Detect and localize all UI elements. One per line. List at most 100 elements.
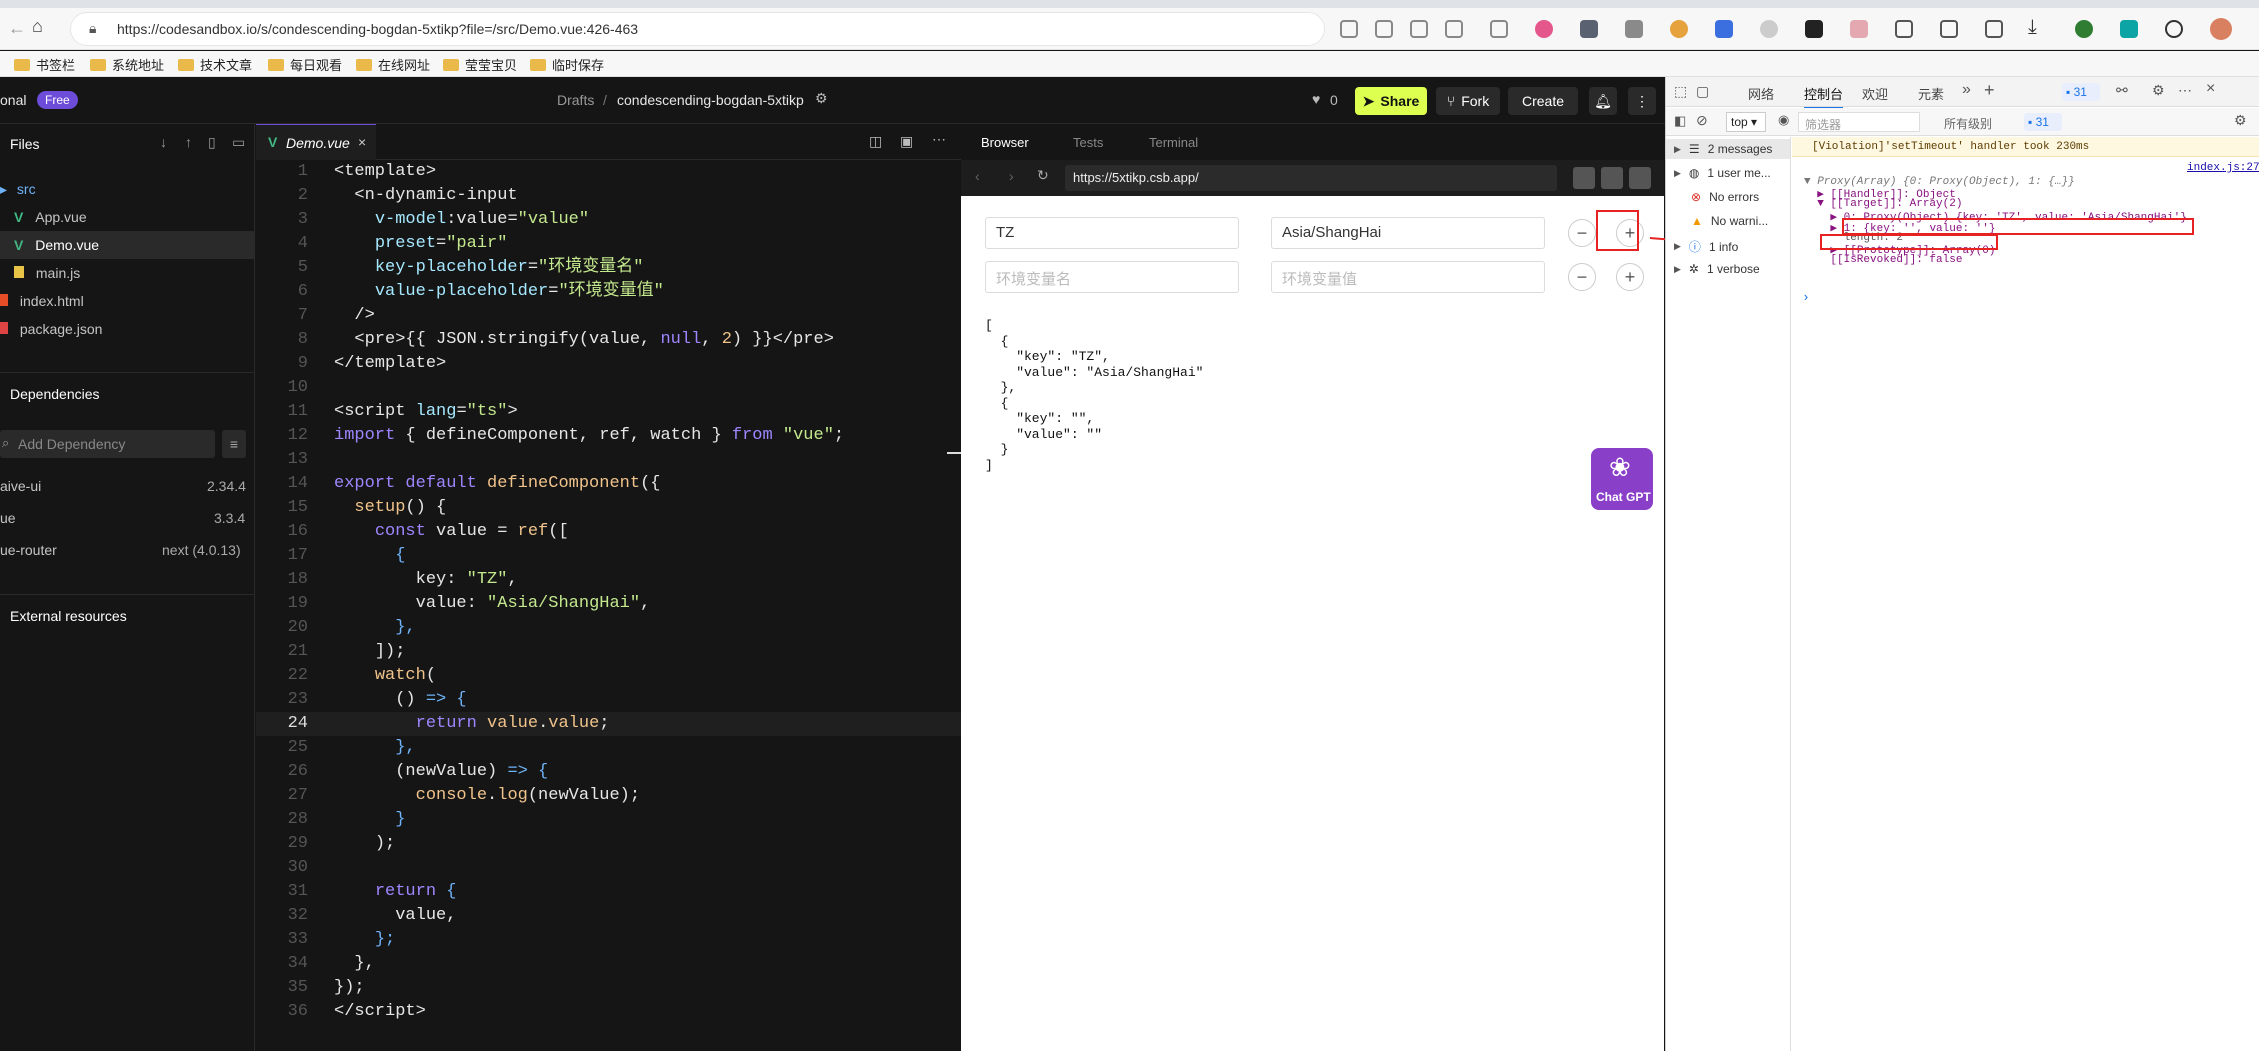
code-area[interactable]: 1 <template> 2 <n-dynamic-input 3 v-model:v… xyxy=(256,160,961,1051)
chatgpt-widget[interactable]: ❀ Chat GPT xyxy=(1591,448,1653,510)
extension-icon[interactable] xyxy=(1760,20,1778,38)
refresh-icon[interactable]: ↻ xyxy=(1037,167,1049,184)
home-icon[interactable]: ⌂ xyxy=(32,16,43,37)
code-line[interactable]: 25 }, xyxy=(256,736,961,760)
close-icon[interactable]: × xyxy=(2206,80,2215,98)
settings-icon[interactable]: ⚙ xyxy=(815,90,828,107)
more-button[interactable]: ⋮ xyxy=(1628,87,1656,115)
extension-icon[interactable] xyxy=(1490,20,1508,38)
more-tabs-icon[interactable]: » xyxy=(1962,81,1971,99)
external-resources-title[interactable]: External resources xyxy=(10,608,127,624)
extension-icon[interactable] xyxy=(1445,20,1463,38)
code-line[interactable]: 30 xyxy=(256,856,961,880)
extension-icon[interactable] xyxy=(2165,20,2183,38)
extension-icon[interactable] xyxy=(1375,20,1393,38)
tab-console[interactable]: 控制台 xyxy=(1804,84,1844,109)
code-line[interactable]: 14 export default defineComponent({ xyxy=(256,472,961,496)
sandbox-name[interactable]: condescending-bogdan-5xtikp xyxy=(617,92,804,108)
extension-icon[interactable] xyxy=(1805,20,1823,38)
tab-browser[interactable]: Browser xyxy=(981,135,1029,150)
more-icon[interactable]: ⋯ xyxy=(2178,82,2192,99)
url-field[interactable]: 🔒︎ https://codesandbox.io/s/condescendin… xyxy=(70,12,1325,46)
tab-terminal[interactable]: Terminal xyxy=(1149,135,1198,150)
preview-url-input[interactable]: https://5xtikp.csb.app/ xyxy=(1065,165,1557,191)
file-tree-item[interactable]: index.html xyxy=(0,293,84,309)
code-line[interactable]: 6 value-placeholder="环境变量值" xyxy=(256,280,961,304)
extension-icon[interactable] xyxy=(1715,20,1733,38)
file-tree-item[interactable]: main.js xyxy=(14,265,80,281)
console-filter-info[interactable]: ▶ ⓘ 1 info xyxy=(1674,238,1738,255)
extension-icon[interactable] xyxy=(1535,20,1553,38)
bookmark-item[interactable]: 莹莹宝贝 xyxy=(443,55,517,74)
avatar[interactable] xyxy=(2210,18,2232,40)
code-line[interactable]: 8 <pre>{{ JSON.stringify(value, null, 2)… xyxy=(256,328,961,352)
log-line[interactable]: [[IsRevoked]]: false xyxy=(1804,254,1962,266)
inspect-icon[interactable]: ⬚ xyxy=(1674,83,1687,100)
gear-icon[interactable]: ⚙ xyxy=(2152,82,2165,99)
console-prompt[interactable]: › xyxy=(1802,290,1810,305)
devtools-icon[interactable] xyxy=(1573,167,1595,189)
code-line[interactable]: 21 ]); xyxy=(256,640,961,664)
code-line[interactable]: 35}); xyxy=(256,976,961,1000)
dependency-name[interactable]: aive-ui xyxy=(0,478,41,494)
code-line[interactable]: 24 return value.value; xyxy=(256,712,961,736)
collections-icon[interactable] xyxy=(1985,20,2003,38)
close-icon[interactable]: × xyxy=(358,134,366,150)
code-line[interactable]: 36 </script> xyxy=(256,1000,961,1024)
code-line[interactable]: 32 value, xyxy=(256,904,961,928)
code-line[interactable]: 13 xyxy=(256,448,961,472)
code-line[interactable]: 17 { xyxy=(256,544,961,568)
code-line[interactable]: 26 (newValue) => { xyxy=(256,760,961,784)
levels-select[interactable]: 所有级别 xyxy=(1944,115,1992,132)
dependencies-title[interactable]: Dependencies xyxy=(10,386,100,402)
dependency-name[interactable]: ue-router xyxy=(0,542,57,558)
tab-network[interactable]: 网络 xyxy=(1748,84,1774,103)
share-button[interactable]: ➤ Share xyxy=(1355,87,1427,115)
code-line[interactable]: 7 /> xyxy=(256,304,961,328)
tab-welcome[interactable]: 欢迎 xyxy=(1862,84,1888,103)
extension-icon[interactable] xyxy=(2120,20,2138,38)
code-line[interactable]: 33 }; xyxy=(256,928,961,952)
back-icon[interactable]: ‹ xyxy=(975,168,980,184)
eye-icon[interactable]: ◉ xyxy=(1778,112,1789,128)
issues-badge[interactable]: ▪ 31 xyxy=(2062,83,2100,101)
extension-icon[interactable] xyxy=(1670,20,1688,38)
code-line[interactable]: 9 </template> xyxy=(256,352,961,376)
file-icon[interactable]: ▯ xyxy=(208,134,216,151)
forward-icon[interactable]: › xyxy=(1009,168,1014,184)
code-line[interactable]: 4 preset="pair" xyxy=(256,232,961,256)
bookmark-item[interactable]: 在线网址 xyxy=(356,55,430,74)
filter-input[interactable]: 筛选器 xyxy=(1798,112,1920,132)
file-tree-item[interactable]: V App.vue xyxy=(14,209,87,225)
extension-icon[interactable] xyxy=(1410,20,1428,38)
editor-tab-active[interactable]: V Demo.vue × xyxy=(256,124,376,160)
heart-icon[interactable]: ♥ xyxy=(1312,91,1320,107)
code-line[interactable]: 29 ); xyxy=(256,832,961,856)
extension-icon[interactable] xyxy=(1625,20,1643,38)
device-icon[interactable]: ▢ xyxy=(1696,83,1709,100)
layout-icon[interactable] xyxy=(1629,167,1651,189)
back-icon[interactable]: ← xyxy=(8,18,26,39)
context-select[interactable]: top ▾ xyxy=(1726,112,1766,132)
file-tree-item[interactable]: ▸ src xyxy=(0,181,36,198)
code-line[interactable]: 3 v-model:value="value" xyxy=(256,208,961,232)
code-line[interactable]: 23 () => { xyxy=(256,688,961,712)
add-dependency-input[interactable]: ⌕ Add Dependency xyxy=(0,430,215,458)
code-line[interactable]: 27 console.log(newValue); xyxy=(256,784,961,808)
tab-tests[interactable]: Tests xyxy=(1073,135,1103,150)
code-line[interactable]: 2 <n-dynamic-input xyxy=(256,184,961,208)
clear-icon[interactable]: ⊘ xyxy=(1696,112,1708,129)
dependency-list-button[interactable]: ≡ xyxy=(222,430,246,458)
code-line[interactable]: 1 <template> xyxy=(256,160,961,184)
preview-toggle-icon[interactable]: ▣ xyxy=(900,133,913,150)
code-line[interactable]: 31 return { xyxy=(256,880,961,904)
create-button[interactable]: Create xyxy=(1508,87,1578,115)
tab-elements[interactable]: 元素 xyxy=(1918,84,1944,103)
extension-icon[interactable] xyxy=(2075,20,2093,38)
code-line[interactable]: 34 }, xyxy=(256,952,961,976)
sidebar-toggle-icon[interactable]: ◧ xyxy=(1674,113,1686,129)
connect-icon[interactable]: ⚯ xyxy=(2116,82,2128,99)
code-line[interactable]: 16 const value = ref([ xyxy=(256,520,961,544)
console-filter-errors[interactable]: ⊗ No errors xyxy=(1674,190,1759,204)
gear-icon[interactable]: ⚙ xyxy=(2234,112,2247,129)
